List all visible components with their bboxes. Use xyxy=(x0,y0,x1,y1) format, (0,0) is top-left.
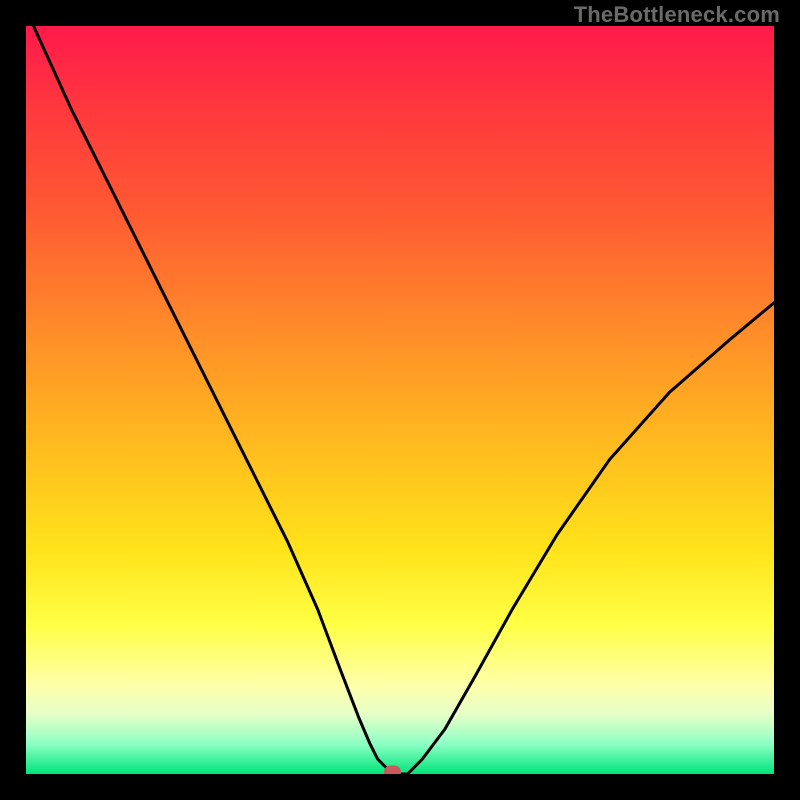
chart-frame: TheBottleneck.com xyxy=(0,0,800,800)
watermark-text: TheBottleneck.com xyxy=(574,2,780,28)
chart-svg xyxy=(26,26,774,774)
bottleneck-curve xyxy=(34,26,775,774)
plot-area xyxy=(26,26,774,774)
marker-dot xyxy=(385,766,401,774)
